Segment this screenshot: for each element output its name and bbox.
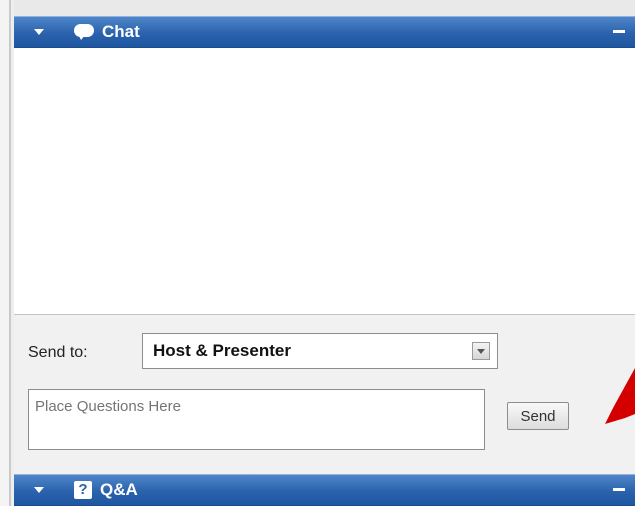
- collapse-triangle-icon[interactable]: [34, 487, 44, 493]
- pointer-arrow: [605, 368, 635, 424]
- webinar-window: Chat Send to: Host & Presenter Send ? Q&…: [0, 0, 635, 506]
- send-to-label: Send to:: [28, 344, 88, 361]
- qa-panel-header[interactable]: ? Q&A: [14, 474, 635, 506]
- chat-panel-title: Chat: [102, 22, 140, 41]
- send-button[interactable]: Send: [507, 402, 569, 430]
- question-icon: ?: [74, 481, 92, 499]
- chat-bubble-icon: [74, 24, 94, 40]
- minimize-icon[interactable]: [613, 30, 625, 33]
- dropdown-button[interactable]: [472, 342, 490, 360]
- collapse-triangle-icon[interactable]: [34, 29, 44, 35]
- chat-panel-header[interactable]: Chat: [14, 16, 635, 48]
- window-border: [0, 0, 14, 506]
- chat-message-area[interactable]: [14, 48, 635, 315]
- chevron-down-icon: [477, 348, 485, 354]
- minimize-icon[interactable]: [613, 488, 625, 491]
- message-input[interactable]: [28, 389, 485, 450]
- send-to-value: Host & Presenter: [153, 341, 291, 360]
- side-panel: Chat Send to: Host & Presenter Send ? Q&…: [14, 0, 635, 506]
- panel-top-strip: [14, 0, 635, 16]
- send-to-select[interactable]: Host & Presenter: [142, 333, 498, 369]
- qa-panel-title: Q&A: [100, 480, 138, 499]
